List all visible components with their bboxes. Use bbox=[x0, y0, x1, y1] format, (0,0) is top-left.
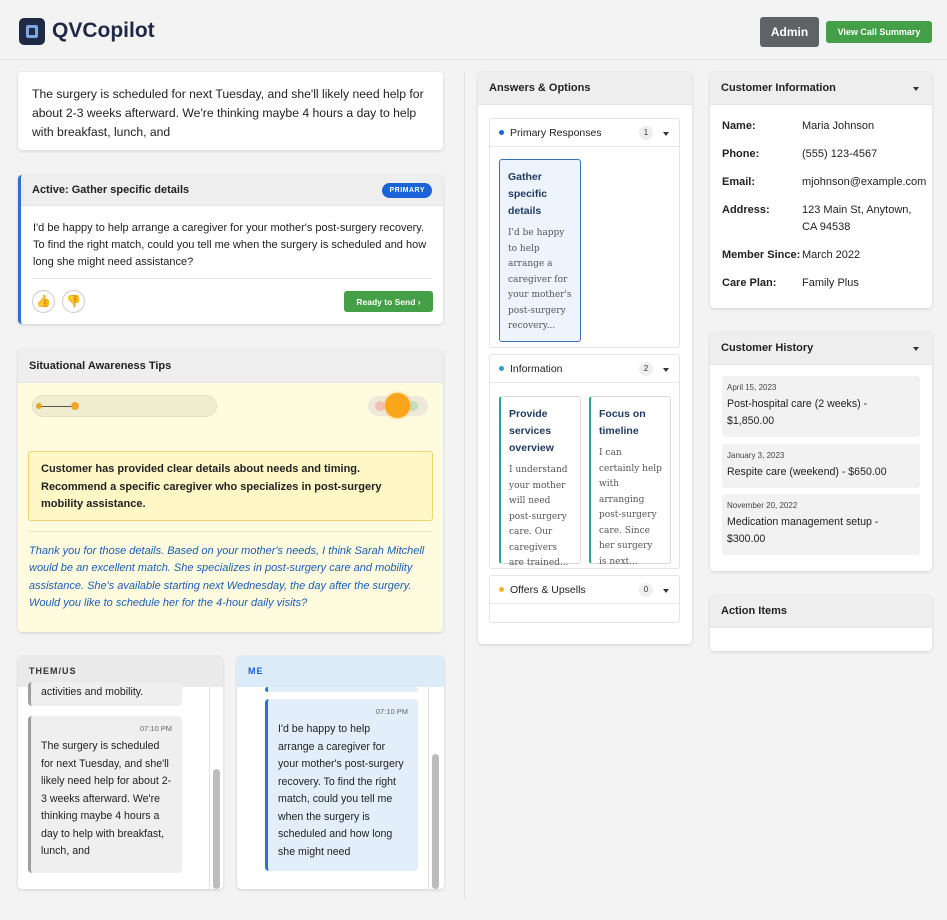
offers-upsells-header[interactable]: Offers & Upsells 0 bbox=[490, 576, 679, 604]
action-items-header: Action Items bbox=[710, 595, 932, 628]
chat-message-text: The surgery is scheduled for next Tuesda… bbox=[41, 740, 172, 857]
primary-responses-section: Primary Responses 1 Gather specific deta… bbox=[489, 118, 680, 348]
divider bbox=[28, 531, 433, 532]
information-section: Information 2 Provide services overview … bbox=[489, 354, 680, 569]
app-header: QVCopilot Admin View Call Summary bbox=[0, 0, 947, 60]
history-item: January 3, 2023 Respite care (weekend) -… bbox=[722, 444, 920, 488]
customer-history-card: Customer History April 15, 2023 Post-hos… bbox=[710, 332, 932, 571]
information-header[interactable]: Information 2 bbox=[490, 355, 679, 383]
active-suggestion-card: Active: Gather specific details PRIMARY … bbox=[18, 175, 443, 324]
chevron-down-icon[interactable] bbox=[663, 589, 669, 593]
chat-message-text: I'd be happy to help arrange a caregiver… bbox=[278, 723, 404, 858]
active-suggestion-text: I'd be happy to help arrange a caregiver… bbox=[33, 222, 427, 268]
active-suggestion-title: Active: Gather specific details bbox=[32, 184, 190, 196]
customer-information-card: Customer Information Name: Maria Johnson … bbox=[710, 72, 932, 308]
admin-button[interactable]: Admin bbox=[760, 17, 819, 47]
chat-message-me: 07:10 PM I'd be happy to help arrange a … bbox=[265, 699, 418, 871]
slider-start-dot bbox=[36, 403, 42, 409]
chat-message-text: activities and mobility. bbox=[41, 686, 144, 698]
slider-handle[interactable] bbox=[71, 402, 79, 410]
active-suggestion-header: Active: Gather specific details PRIMARY bbox=[21, 175, 443, 206]
chat-message-me bbox=[265, 687, 418, 692]
thumbs-down-icon[interactable]: 👎 bbox=[62, 290, 85, 313]
primary-dot-icon bbox=[499, 130, 504, 135]
situational-awareness-header: Situational Awareness Tips bbox=[18, 349, 443, 383]
ready-to-send-button[interactable]: Ready to Send › bbox=[344, 291, 433, 312]
chat-timestamp: 07:10 PM bbox=[139, 724, 172, 733]
offers-upsells-section: Offers & Upsells 0 bbox=[489, 575, 680, 623]
primary-responses-header[interactable]: Primary Responses 1 bbox=[490, 119, 679, 147]
mood-toggle[interactable] bbox=[368, 393, 428, 418]
history-item: November 20, 2022 Medication management … bbox=[722, 494, 920, 555]
view-call-summary-button[interactable]: View Call Summary bbox=[826, 21, 932, 43]
mood-toggle-knob[interactable] bbox=[385, 393, 410, 418]
chat-message-them: 07:10 PM The surgery is scheduled for ne… bbox=[28, 716, 182, 873]
me-column-header: ME bbox=[237, 656, 444, 687]
information-dot-icon bbox=[499, 366, 504, 371]
app-title: QVCopilot bbox=[52, 19, 155, 42]
chat-timestamp: 07:10 PM bbox=[375, 707, 408, 716]
option-services-overview[interactable]: Provide services overview I understand y… bbox=[499, 396, 581, 568]
suggested-script: Thank you for those details. Based on yo… bbox=[29, 545, 425, 609]
primary-count: 1 bbox=[639, 126, 653, 140]
sentiment-slider[interactable] bbox=[32, 395, 217, 417]
option-gather-details[interactable]: Gather specific details I'd be happy to … bbox=[499, 159, 581, 342]
me-scrollbar[interactable] bbox=[432, 754, 439, 889]
chevron-down-icon[interactable] bbox=[663, 132, 669, 136]
column-divider bbox=[464, 72, 465, 900]
app-logo-icon bbox=[19, 18, 45, 45]
chat-me-column: ME 07:10 PM I'd be happy to help arrange… bbox=[237, 656, 444, 889]
answers-options-header: Answers & Options bbox=[478, 72, 692, 105]
divider bbox=[32, 278, 432, 279]
them-scrollbar[interactable] bbox=[213, 769, 220, 889]
situational-awareness-card: Situational Awareness Tips Customer has … bbox=[18, 349, 443, 632]
chat-them-column: THEM/US activities and mobility. 07:10 P… bbox=[18, 656, 223, 889]
customer-information-header[interactable]: Customer Information bbox=[710, 72, 932, 105]
offers-dot-icon bbox=[499, 587, 504, 592]
offers-count: 0 bbox=[639, 583, 653, 597]
answers-options-panel: Answers & Options Primary Responses 1 Ga… bbox=[478, 72, 692, 644]
thumbs-up-icon[interactable]: 👍 bbox=[32, 290, 55, 313]
live-transcript: The surgery is scheduled for next Tuesda… bbox=[18, 72, 443, 150]
tip-alert: Customer has provided clear details abou… bbox=[28, 451, 433, 521]
history-item: April 15, 2023 Post-hospital care (2 wee… bbox=[722, 376, 920, 437]
action-items-card: Action Items bbox=[710, 595, 932, 651]
primary-badge: PRIMARY bbox=[382, 183, 432, 198]
chevron-down-icon[interactable] bbox=[663, 368, 669, 372]
chat-message-them: activities and mobility. bbox=[28, 682, 182, 706]
customer-history-header[interactable]: Customer History bbox=[710, 332, 932, 365]
option-focus-timeline[interactable]: Focus on timeline I can certainly help w… bbox=[589, 396, 671, 567]
information-count: 2 bbox=[639, 362, 653, 376]
chevron-down-icon[interactable] bbox=[913, 87, 919, 91]
chevron-down-icon[interactable] bbox=[913, 347, 919, 351]
